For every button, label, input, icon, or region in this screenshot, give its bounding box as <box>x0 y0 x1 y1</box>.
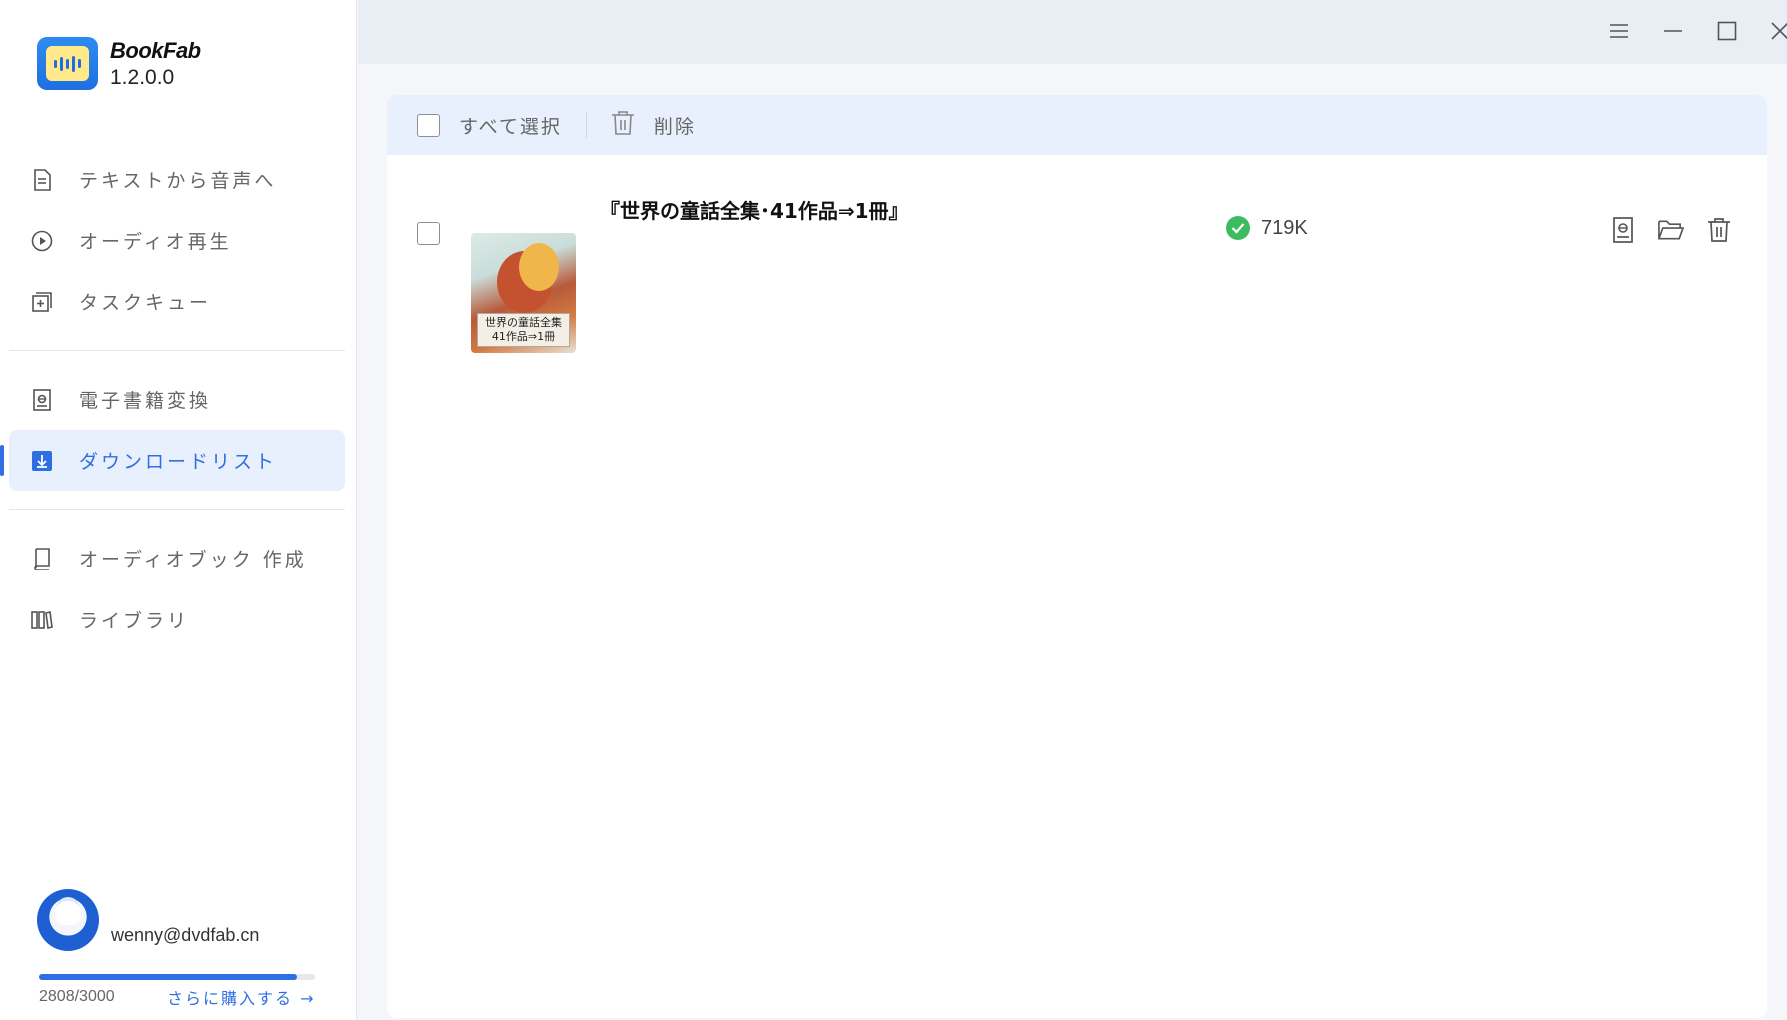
brand: BookFab 1.2.0.0 <box>37 37 201 90</box>
menu-icon[interactable] <box>1602 14 1636 48</box>
add-queue-icon <box>30 290 54 314</box>
check-circle-icon <box>1226 216 1250 240</box>
list-item[interactable]: 世界の童話全集 41作品⇒1冊 『世界の童話全集･41作品⇒1冊』 719K <box>387 155 1767 353</box>
user-email: wenny@dvdfab.cn <box>111 925 260 945</box>
sidebar: BookFab 1.2.0.0 テキストから音声へ オーディオ再生 タスクキュー <box>0 0 357 1020</box>
cover-subtitle-line: 41作品⇒1冊 <box>491 330 556 343</box>
delete-label: 削除 <box>653 115 696 138</box>
trash-icon <box>611 110 635 140</box>
user-profile[interactable]: wenny@dvdfab.cn <box>37 889 259 951</box>
buy-more-link[interactable]: さらに購入する → <box>167 985 316 1009</box>
select-all-checkbox[interactable] <box>417 113 440 137</box>
row-actions <box>1609 216 1732 243</box>
book-title: 『世界の童話全集･41作品⇒1冊』 <box>600 199 909 223</box>
sidebar-item-label: テキストから音声へ <box>79 170 277 192</box>
sidebar-item-audio-playback[interactable]: オーディオ再生 <box>9 210 345 271</box>
play-circle-icon <box>30 229 54 253</box>
active-indicator <box>0 445 4 476</box>
nav-group-main: テキストから音声へ オーディオ再生 タスクキュー <box>9 149 345 332</box>
sidebar-item-label: オーディオブック 作成 <box>79 549 307 571</box>
delete-button[interactable]: 削除 <box>611 110 696 140</box>
sidebar-item-label: タスクキュー <box>79 292 212 314</box>
nav-group-ebook: 電子書籍変換 ダウンロードリスト <box>0 369 345 491</box>
sidebar-item-task-queue[interactable]: タスクキュー <box>9 271 345 332</box>
avatar[interactable] <box>37 889 99 951</box>
sidebar-item-audiobook-create[interactable]: オーディオブック 作成 <box>9 528 345 589</box>
quota-progress-fill <box>39 974 298 980</box>
sidebar-item-label: ライブラリ <box>79 610 190 632</box>
close-icon[interactable] <box>1763 14 1787 48</box>
download-status: 719K <box>1226 216 1308 240</box>
book-cover-thumbnail: 世界の童話全集 41作品⇒1冊 <box>471 233 576 353</box>
cover-title-line: 世界の童話全集 <box>485 316 562 329</box>
quota-progress-bar <box>39 974 315 980</box>
toolbar-divider <box>585 112 587 138</box>
app-version: 1.2.0.0 <box>110 65 175 89</box>
file-size: 719K <box>1261 216 1308 239</box>
select-all-label[interactable]: すべて選択 <box>459 112 562 139</box>
sidebar-item-text-to-speech[interactable]: テキストから音声へ <box>9 149 345 210</box>
sidebar-divider <box>9 350 345 351</box>
sidebar-item-download-list[interactable]: ダウンロードリスト <box>0 430 345 491</box>
sidebar-item-ebook-conversion[interactable]: 電子書籍変換 <box>9 369 345 430</box>
quota-text: 2808/3000 <box>39 988 115 1005</box>
book-icon <box>30 547 54 571</box>
maximize-icon[interactable] <box>1710 14 1744 48</box>
nav-group-audiobook: オーディオブック 作成 ライブラリ <box>9 528 345 650</box>
title-bar <box>358 0 1787 64</box>
sidebar-divider <box>9 509 345 510</box>
folder-open-icon[interactable] <box>1657 216 1684 243</box>
sidebar-item-label: オーディオ再生 <box>79 231 232 253</box>
app-logo-icon <box>37 37 98 90</box>
ebook-convert-icon[interactable] <box>1609 216 1636 243</box>
sidebar-item-label: ダウンロードリスト <box>79 451 278 473</box>
download-list-panel: すべて選択 削除 世界の童話全集 41作品⇒1冊 『世界の童話全集･41作品⇒1… <box>387 95 1767 1018</box>
sidebar-item-library[interactable]: ライブラリ <box>9 589 345 650</box>
item-checkbox[interactable] <box>417 222 440 245</box>
list-toolbar: すべて選択 削除 <box>387 95 1767 155</box>
ebook-icon <box>30 388 54 412</box>
library-icon <box>30 608 54 632</box>
document-icon <box>30 168 54 192</box>
minimize-icon[interactable] <box>1656 14 1690 48</box>
sidebar-item-label: 電子書籍変換 <box>79 390 212 412</box>
app-name: BookFab <box>110 37 201 63</box>
delete-item-icon[interactable] <box>1705 216 1732 243</box>
download-icon <box>30 449 54 473</box>
